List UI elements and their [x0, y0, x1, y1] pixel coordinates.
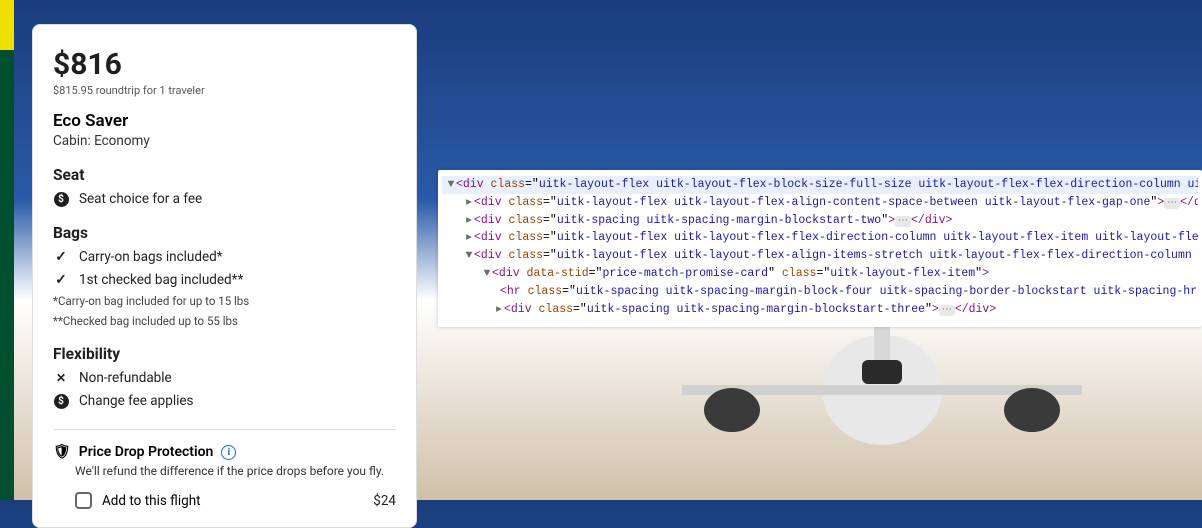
pdp-checkbox[interactable]	[75, 492, 92, 509]
seat-choice-text: Seat choice for a fee	[79, 191, 202, 207]
check-icon	[53, 272, 69, 288]
dollar-icon: $	[53, 191, 69, 207]
price-subtext: $815.95 roundtrip for 1 traveler	[53, 84, 396, 97]
bags-section-title: Bags	[53, 224, 396, 242]
fare-card: $816 $815.95 roundtrip for 1 traveler Ec…	[32, 24, 417, 528]
flexibility-section-title: Flexibility	[53, 345, 396, 363]
divider	[53, 429, 396, 430]
pdp-add-label: Add to this flight	[102, 493, 201, 509]
dom-node[interactable]: <hr class="uitk-spacing uitk-spacing-mar…	[442, 283, 1198, 301]
dom-node[interactable]: ▼<div class="uitk-layout-flex uitk-layou…	[442, 247, 1198, 265]
shield-icon: 🛡	[53, 444, 71, 460]
bags-carryon-text: Carry-on bags included*	[79, 249, 223, 265]
dom-node[interactable]: ▼<div data-stid="price-match-promise-car…	[442, 265, 1198, 283]
dom-node[interactable]: ▸<div class="uitk-spacing uitk-spacing-m…	[442, 212, 1198, 230]
dom-node[interactable]: ▸<div class="uitk-spacing uitk-spacing-m…	[442, 301, 1198, 319]
bags-note-1: *Carry-on bag included for up to 15 lbs	[53, 294, 396, 308]
info-icon[interactable]: i	[221, 445, 236, 460]
dollar-icon: $	[53, 393, 69, 409]
pdp-title: Price Drop Protection	[79, 444, 214, 460]
dom-node[interactable]: ▸<div class="uitk-layout-flex uitk-layou…	[442, 229, 1198, 247]
changefee-text: Change fee applies	[79, 393, 194, 409]
bags-checked-text: 1st checked bag included**	[79, 272, 243, 288]
x-icon	[53, 370, 69, 386]
cabin-class: Cabin: Economy	[53, 133, 396, 149]
pdp-description: We'll refund the difference if the price…	[75, 464, 396, 478]
price-display: $816	[53, 47, 396, 82]
check-icon	[53, 249, 69, 265]
window-edge	[0, 0, 14, 500]
dom-node[interactable]: ▼<div class="uitk-layout-flex uitk-layou…	[442, 176, 1198, 194]
fare-name: Eco Saver	[53, 111, 396, 131]
nonrefundable-text: Non-refundable	[79, 370, 172, 386]
seat-section-title: Seat	[53, 166, 396, 184]
bags-note-2: **Checked bag included up to 55 lbs	[53, 314, 396, 328]
devtools-elements-panel[interactable]: ▼<div class="uitk-layout-flex uitk-layou…	[438, 170, 1202, 327]
dom-node[interactable]: ▸<div class="uitk-layout-flex uitk-layou…	[442, 194, 1198, 212]
pdp-price: $24	[373, 493, 396, 509]
pdp-add-option[interactable]: Add to this flight	[75, 492, 201, 509]
